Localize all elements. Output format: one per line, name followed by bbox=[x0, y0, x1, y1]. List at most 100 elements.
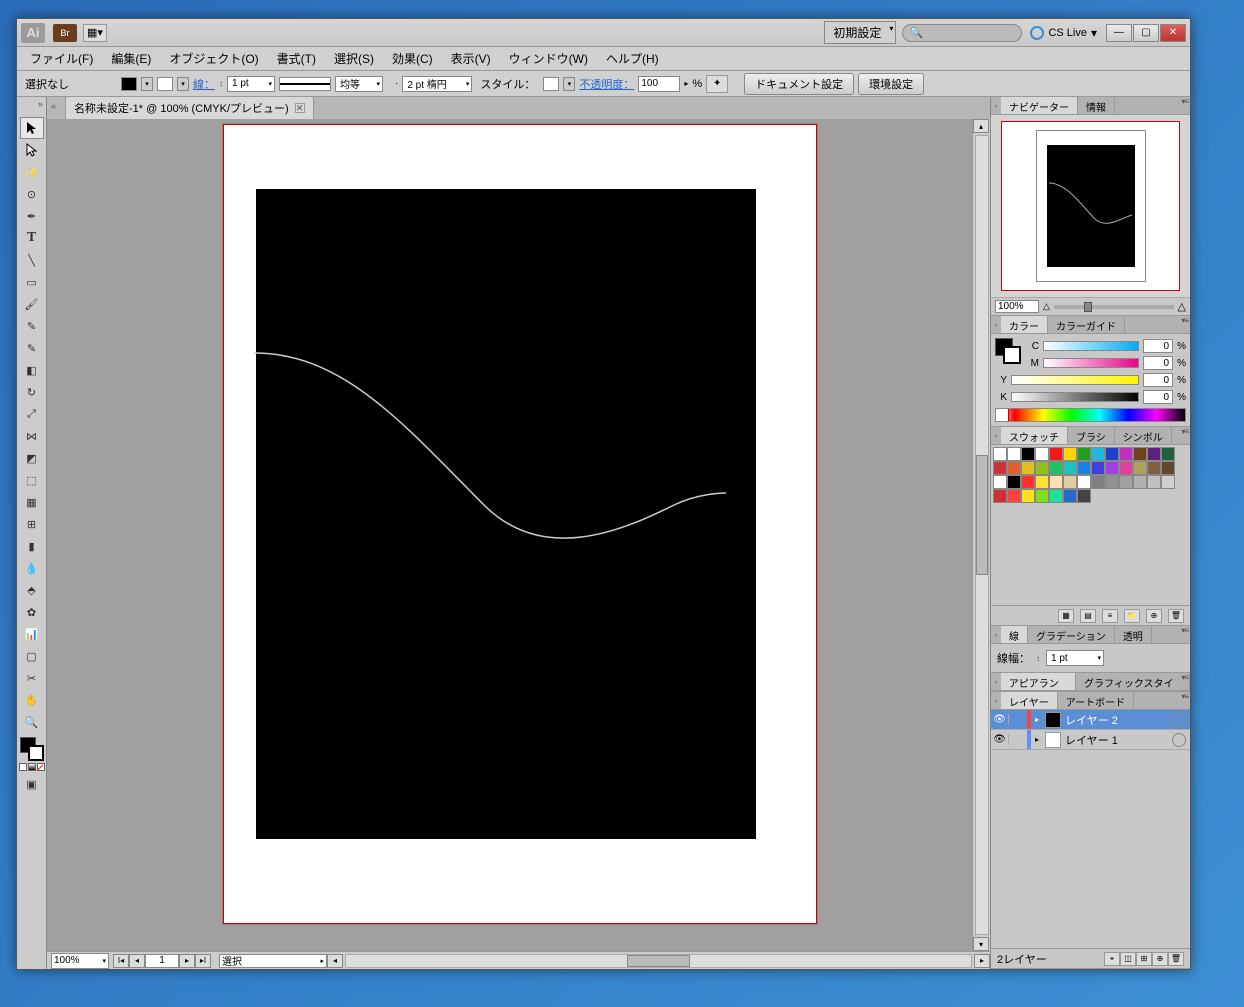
swatch-cell[interactable] bbox=[1077, 489, 1091, 503]
swatch-cell[interactable] bbox=[1119, 475, 1133, 489]
lasso-tool[interactable]: ⊙ bbox=[20, 183, 44, 205]
tab-symbols[interactable]: シンボル bbox=[1115, 427, 1172, 444]
swatch-cell[interactable] bbox=[1147, 461, 1161, 475]
perspective-grid-tool[interactable]: ▦ bbox=[20, 491, 44, 513]
color-mode-switches[interactable] bbox=[19, 763, 45, 771]
swatch-cell[interactable] bbox=[1063, 447, 1077, 461]
column-graph-tool[interactable]: 📊 bbox=[20, 623, 44, 645]
layer-visibility-icon[interactable]: 👁 bbox=[991, 734, 1009, 745]
fill-stroke-indicator[interactable] bbox=[20, 737, 44, 761]
swatch-cell[interactable] bbox=[1077, 447, 1091, 461]
swatch-kind-icon[interactable]: ▤ bbox=[1080, 609, 1096, 623]
recolor-artwork-button[interactable]: ✦ bbox=[706, 75, 728, 93]
bridge-button[interactable]: Br bbox=[53, 24, 77, 42]
swatch-cell[interactable] bbox=[993, 461, 1007, 475]
tab-graphicstyles[interactable]: グラフィックスタイル bbox=[1076, 673, 1190, 690]
blend-tool[interactable]: ⬘ bbox=[20, 579, 44, 601]
layer-visibility-icon[interactable]: 👁 bbox=[991, 714, 1009, 725]
swatch-cell[interactable] bbox=[1021, 461, 1035, 475]
delete-layer-icon[interactable]: 🗑 bbox=[1168, 952, 1184, 966]
swatch-cell[interactable] bbox=[1161, 461, 1175, 475]
navigator-preview[interactable] bbox=[1001, 121, 1180, 291]
hscroll-right-button[interactable]: ▸ bbox=[974, 954, 990, 968]
zoom-select[interactable]: 100% bbox=[51, 953, 109, 969]
swatch-cell[interactable] bbox=[1035, 461, 1049, 475]
stroke-swatch[interactable] bbox=[157, 77, 173, 91]
vertical-scrollbar[interactable]: ▴▾ bbox=[972, 119, 990, 951]
artboard-tool[interactable]: ▢ bbox=[20, 645, 44, 667]
swatch-cell[interactable] bbox=[1049, 489, 1063, 503]
swatch-cell[interactable] bbox=[1161, 447, 1175, 461]
zoom-tool[interactable]: 🔍 bbox=[20, 711, 44, 733]
opacity-input[interactable] bbox=[638, 76, 680, 92]
nav-zoom-value[interactable]: 100% bbox=[995, 300, 1039, 313]
menu-view[interactable]: 表示(V) bbox=[442, 47, 500, 70]
tab-appearance[interactable]: アピアランス bbox=[1001, 673, 1076, 690]
cslive-button[interactable]: CS Live ▾ bbox=[1030, 26, 1097, 40]
close-button[interactable]: ✕ bbox=[1160, 24, 1186, 42]
nav-zoom-in-icon[interactable]: △ bbox=[1178, 300, 1186, 313]
swatch-cell[interactable] bbox=[1049, 447, 1063, 461]
nav-zoom-out-icon[interactable]: △ bbox=[1043, 301, 1050, 312]
eraser-tool[interactable]: ◧ bbox=[20, 359, 44, 381]
layer-expand-icon[interactable]: ▸ bbox=[1031, 715, 1043, 724]
yellow-input[interactable] bbox=[1143, 373, 1173, 387]
menu-file[interactable]: ファイル(F) bbox=[21, 47, 102, 70]
swatch-cell[interactable] bbox=[1077, 475, 1091, 489]
direct-selection-tool[interactable] bbox=[20, 139, 44, 161]
swatch-cell[interactable] bbox=[1161, 475, 1175, 489]
layer-row-1[interactable]: 👁 ▸ レイヤー 1 bbox=[991, 730, 1190, 750]
swatch-cell[interactable] bbox=[1119, 447, 1133, 461]
swatch-cell[interactable] bbox=[1091, 447, 1105, 461]
swatch-cell[interactable] bbox=[1105, 461, 1119, 475]
new-layer-icon[interactable]: ⊕ bbox=[1152, 952, 1168, 966]
swatch-cell[interactable] bbox=[993, 489, 1007, 503]
fill-swatch[interactable] bbox=[121, 77, 137, 91]
menu-effect[interactable]: 効果(C) bbox=[383, 47, 442, 70]
swatch-cell[interactable] bbox=[1147, 447, 1161, 461]
style-dropdown[interactable]: ▾ bbox=[563, 77, 575, 91]
make-clipping-icon[interactable]: ◫ bbox=[1120, 952, 1136, 966]
fill-dropdown[interactable]: ▾ bbox=[141, 77, 153, 91]
eyedropper-tool[interactable]: 💧 bbox=[20, 557, 44, 579]
tab-swatches[interactable]: スウォッチ bbox=[1001, 427, 1068, 444]
last-artboard-button[interactable]: ▸I bbox=[195, 954, 211, 968]
new-colorgroup-icon[interactable]: 📁 bbox=[1124, 609, 1140, 623]
nav-zoom-slider[interactable] bbox=[1054, 305, 1174, 309]
preferences-button[interactable]: 環境設定 bbox=[858, 73, 924, 95]
swatch-cell[interactable] bbox=[1063, 489, 1077, 503]
menu-object[interactable]: オブジェクト(O) bbox=[160, 47, 267, 70]
tab-transparency[interactable]: 透明 bbox=[1115, 626, 1152, 643]
workspace-dropdown[interactable]: 初期設定 bbox=[824, 21, 896, 44]
swatch-cell[interactable] bbox=[993, 447, 1007, 461]
artboard-number-input[interactable] bbox=[145, 954, 179, 968]
style-swatch[interactable] bbox=[543, 77, 559, 91]
swatch-cell[interactable] bbox=[1035, 447, 1049, 461]
next-artboard-button[interactable]: ▸ bbox=[179, 954, 195, 968]
slice-tool[interactable]: ✂ bbox=[20, 667, 44, 689]
swatch-cell[interactable] bbox=[1035, 489, 1049, 503]
type-tool[interactable]: T bbox=[20, 227, 44, 249]
stroke-width-select[interactable]: 1 pt bbox=[1046, 650, 1104, 666]
variable-width-profile[interactable] bbox=[279, 77, 331, 91]
document-tab[interactable]: 名称未設定-1* @ 100% (CMYK/プレビュー)✕ bbox=[65, 97, 314, 119]
spectrum-bar[interactable] bbox=[995, 408, 1186, 422]
locate-object-icon[interactable]: ⌖ bbox=[1104, 952, 1120, 966]
scale-tool[interactable]: ⤢ bbox=[20, 403, 44, 425]
swatch-cell[interactable] bbox=[1049, 461, 1063, 475]
tab-gradient[interactable]: グラデーション bbox=[1028, 626, 1115, 643]
search-input[interactable]: 🔍 bbox=[902, 24, 1022, 42]
cyan-input[interactable] bbox=[1143, 339, 1173, 353]
maximize-button[interactable]: ▢ bbox=[1133, 24, 1159, 42]
width-profile-select[interactable]: 均等 bbox=[335, 76, 383, 92]
tab-colorguide[interactable]: カラーガイド bbox=[1048, 316, 1125, 333]
pen-tool[interactable]: ✒ bbox=[20, 205, 44, 227]
tab-info[interactable]: 情報 bbox=[1078, 97, 1115, 114]
tab-color[interactable]: カラー bbox=[1001, 316, 1048, 333]
swatch-cell[interactable] bbox=[1063, 475, 1077, 489]
menu-edit[interactable]: 編集(E) bbox=[102, 47, 160, 70]
color-fill-stroke[interactable] bbox=[995, 338, 1021, 364]
swatch-cell[interactable] bbox=[1007, 489, 1021, 503]
tab-stroke[interactable]: 線 bbox=[1001, 626, 1028, 643]
stroke-weight-select[interactable]: 1 pt bbox=[227, 76, 275, 92]
